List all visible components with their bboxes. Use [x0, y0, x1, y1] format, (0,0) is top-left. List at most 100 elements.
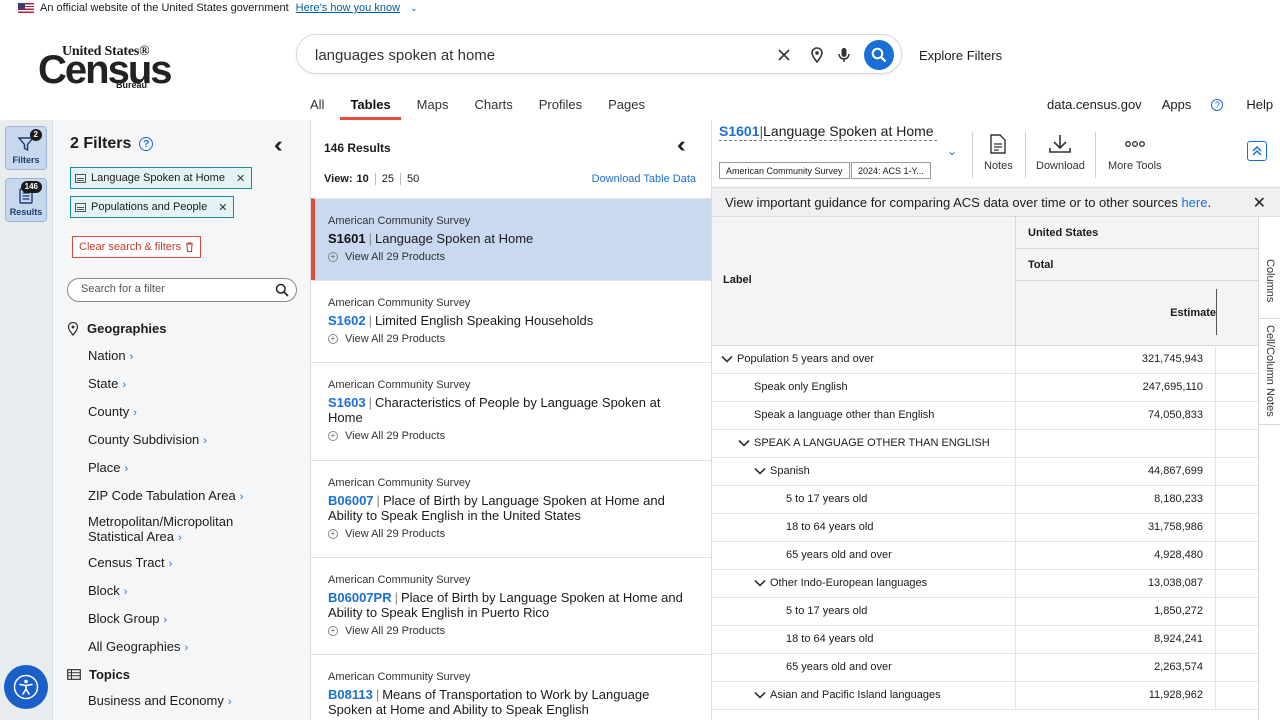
- row-estimate-value[interactable]: 4,928,480: [1015, 542, 1215, 570]
- microphone-icon[interactable]: [835, 46, 853, 64]
- question-icon[interactable]: ?: [139, 137, 154, 151]
- collapse-results-icon[interactable]: ‹‹: [677, 134, 685, 156]
- table-row[interactable]: Spanish 44,867,699: [712, 458, 1258, 486]
- filter-search-input[interactable]: [81, 283, 261, 295]
- results-rail-button[interactable]: 146 Results: [5, 178, 47, 222]
- geo-item-all[interactable]: All Geographies ›: [88, 639, 188, 656]
- view-option-25[interactable]: 25: [374, 173, 400, 185]
- chevron-down-icon[interactable]: [754, 579, 766, 587]
- view-products-link[interactable]: + View All 29 Products: [328, 333, 695, 345]
- geo-item-state[interactable]: State ›: [88, 376, 126, 393]
- row-estimate-value[interactable]: 247,695,110: [1015, 374, 1215, 402]
- geo-item-metro[interactable]: Metropolitan/Micropolitan Statistical Are…: [88, 514, 233, 546]
- geo-item-census-tract[interactable]: Census Tract ›: [88, 555, 172, 572]
- result-item[interactable]: American Community Survey S1603 | Characte…: [311, 362, 711, 460]
- tab-charts[interactable]: Charts: [464, 92, 522, 120]
- geo-item-block[interactable]: Block ›: [88, 583, 127, 600]
- data-census-link[interactable]: data.census.gov: [1047, 97, 1142, 112]
- result-code[interactable]: B06007: [328, 493, 374, 508]
- row-estimate-value[interactable]: 8,924,241: [1015, 626, 1215, 654]
- result-item[interactable]: American Community Survey S1601 | Language…: [311, 198, 711, 280]
- table-row[interactable]: Population 5 years and over 321,745,943: [712, 346, 1258, 374]
- row-estimate-value[interactable]: 8,180,233: [1015, 486, 1215, 514]
- row-estimate-value[interactable]: 2,263,574: [1015, 654, 1215, 682]
- tab-maps[interactable]: Maps: [407, 92, 459, 120]
- view-products-link[interactable]: + View All 29 Products: [328, 528, 695, 540]
- notes-button[interactable]: Notes: [984, 134, 1013, 172]
- row-estimate-value[interactable]: 11,928,962: [1015, 682, 1215, 710]
- view-option-50[interactable]: 50: [400, 173, 425, 185]
- row-estimate-value[interactable]: 74,050,833: [1015, 402, 1215, 430]
- filters-rail-button[interactable]: 2 Filters: [5, 126, 47, 170]
- clear-search-icon[interactable]: [775, 46, 793, 64]
- column-resize-handle[interactable]: [1216, 289, 1217, 335]
- search-input[interactable]: [315, 44, 755, 66]
- geo-header[interactable]: United States: [1016, 217, 1259, 249]
- chevron-down-icon[interactable]: [754, 691, 766, 699]
- download-button[interactable]: Download: [1036, 134, 1085, 172]
- explore-filters-link[interactable]: Explore Filters: [919, 48, 1002, 63]
- chevron-down-icon[interactable]: ⌄: [410, 3, 418, 14]
- result-item[interactable]: American Community Survey B06007 | Place o…: [311, 460, 711, 557]
- remove-filter-icon[interactable]: ✕: [236, 172, 245, 185]
- chevron-down-icon[interactable]: [754, 467, 766, 475]
- census-logo[interactable]: United States® Census Bureau: [38, 44, 172, 92]
- total-header[interactable]: Total: [1016, 249, 1259, 281]
- result-code[interactable]: B06007PR: [328, 590, 392, 605]
- cell-notes-side-tab[interactable]: Cell/Column Notes: [1259, 319, 1280, 425]
- view-products-link[interactable]: + View All 29 Products: [328, 625, 695, 637]
- row-estimate-value[interactable]: [1015, 430, 1215, 458]
- geo-item-place[interactable]: Place ›: [88, 460, 128, 477]
- heres-how-you-know-link[interactable]: Here’s how you know: [296, 2, 400, 14]
- geo-item-block-group[interactable]: Block Group ›: [88, 611, 167, 628]
- view-products-link[interactable]: + View All 29 Products: [328, 430, 695, 442]
- columns-side-tab[interactable]: Columns: [1259, 217, 1280, 319]
- result-item[interactable]: American Community Survey S1602 | Limited …: [311, 280, 711, 362]
- row-estimate-value[interactable]: 44,867,699: [1015, 458, 1215, 486]
- label-column-header[interactable]: Label: [723, 274, 752, 286]
- table-row[interactable]: Other Indo-European languages 13,038,087: [712, 570, 1258, 598]
- estimate-header[interactable]: Estimate: [1170, 307, 1216, 319]
- result-item[interactable]: American Community Survey B06007PR | Place…: [311, 557, 711, 654]
- chevron-down-icon[interactable]: [738, 439, 750, 447]
- result-code[interactable]: S1603: [328, 395, 366, 410]
- more-tools-button[interactable]: More Tools: [1108, 134, 1162, 172]
- survey-tag[interactable]: American Community Survey: [719, 162, 850, 179]
- table-title-select[interactable]: S1601|Language Spoken at Home: [719, 123, 937, 141]
- geo-item-nation[interactable]: Nation ›: [88, 348, 133, 365]
- result-code[interactable]: S1601: [328, 231, 366, 246]
- collapse-up-button[interactable]: [1247, 141, 1267, 161]
- row-estimate-value[interactable]: 1,850,272: [1015, 598, 1215, 626]
- remove-filter-icon[interactable]: ✕: [218, 201, 227, 214]
- row-estimate-value[interactable]: 321,745,943: [1015, 346, 1215, 374]
- geo-item-county[interactable]: County ›: [88, 404, 137, 421]
- notice-link[interactable]: here: [1181, 195, 1207, 210]
- location-pin-icon[interactable]: [808, 46, 826, 64]
- result-item[interactable]: American Community Survey B08113 | Means o…: [311, 654, 711, 720]
- topic-business-economy[interactable]: Business and Economy ›: [88, 693, 232, 710]
- tab-all[interactable]: All: [300, 92, 334, 120]
- collapse-filters-icon[interactable]: ‹‹: [274, 134, 282, 156]
- view-option-10[interactable]: 10: [357, 173, 375, 185]
- clear-search-filters-button[interactable]: Clear search & filters: [72, 236, 202, 258]
- filter-chip-populations[interactable]: Populations and People ✕: [70, 196, 235, 218]
- view-products-link[interactable]: + View All 29 Products: [328, 251, 695, 263]
- search-button[interactable]: [864, 40, 894, 70]
- topics-heading[interactable]: Topics: [67, 667, 130, 682]
- filter-chip-language[interactable]: Language Spoken at Home ✕: [70, 167, 253, 189]
- help-menu[interactable]: ? Help ⌄: [1211, 97, 1280, 112]
- download-table-data-link[interactable]: Download Table Data: [592, 173, 696, 185]
- table-row[interactable]: Asian and Pacific Island languages 11,928…: [712, 682, 1258, 710]
- chevron-down-icon[interactable]: ⌄: [947, 144, 957, 158]
- close-icon[interactable]: ✕: [1253, 193, 1266, 213]
- table-row[interactable]: SPEAK A LANGUAGE OTHER THAN ENGLISH: [712, 430, 1258, 458]
- vintage-tag[interactable]: 2024: ACS 1-Y...: [851, 162, 931, 179]
- row-estimate-value[interactable]: 13,038,087: [1015, 570, 1215, 598]
- result-code[interactable]: S1602: [328, 313, 366, 328]
- geo-item-zcta[interactable]: ZIP Code Tabulation Area ›: [88, 488, 243, 505]
- result-code[interactable]: B08113: [328, 687, 373, 702]
- accessibility-button[interactable]: [4, 665, 48, 709]
- row-estimate-value[interactable]: 31,758,986: [1015, 514, 1215, 542]
- tab-tables[interactable]: Tables: [340, 92, 401, 120]
- apps-link[interactable]: Apps: [1162, 97, 1192, 112]
